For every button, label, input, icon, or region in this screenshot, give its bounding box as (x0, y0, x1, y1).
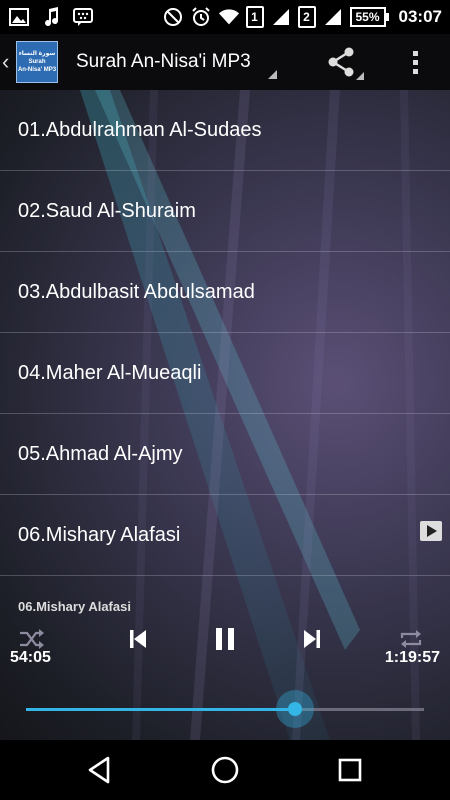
reciter-list: 01.Abdulrahman Al-Sudaes 02.Saud Al-Shur… (0, 90, 450, 576)
list-item[interactable]: 06.Mishary Alafasi (0, 495, 450, 576)
status-clock: 03:07 (398, 7, 442, 26)
sim2-badge: 2 (297, 6, 316, 28)
now-playing-title: 06.Mishary Alafasi (18, 599, 131, 614)
seek-bar-thumb[interactable] (276, 690, 314, 728)
reciter-label: 06.Mishary Alafasi (18, 523, 181, 546)
pause-icon[interactable] (213, 626, 237, 652)
reciter-list-panel: 01.Abdulrahman Al-Sudaes 02.Saud Al-Shur… (0, 90, 450, 740)
signal-icon (322, 6, 344, 28)
share-dropdown-indicator (356, 72, 364, 80)
logo-arabic-text: سورة النساء (18, 50, 56, 57)
bbm-icon (72, 6, 94, 28)
next-icon[interactable] (302, 628, 322, 650)
navigation-bar (0, 740, 450, 800)
alarm-icon (190, 6, 212, 28)
seek-bar[interactable] (26, 708, 424, 711)
music-note-icon (40, 6, 62, 28)
wifi-icon (218, 6, 240, 28)
sim1-badge: 1 (245, 6, 264, 28)
total-duration: 1:19:57 (384, 649, 440, 666)
logo-line1: Surah (28, 58, 46, 65)
seek-bar-progress (26, 708, 295, 711)
home-icon[interactable] (209, 754, 241, 786)
shuffle-icon[interactable] (18, 628, 46, 650)
back-icon[interactable] (84, 754, 116, 786)
image-icon (8, 6, 30, 28)
list-item[interactable]: 04.Maher Al-Mueaqli (0, 333, 450, 414)
app-title[interactable]: Surah An-Nisa'i MP3 (76, 51, 251, 73)
back-chevron-icon[interactable]: ‹ (2, 49, 14, 75)
list-item[interactable]: 05.Ahmad Al-Ajmy (0, 414, 450, 495)
signal-icon (270, 6, 292, 28)
battery-indicator: 55% (349, 7, 389, 27)
list-item[interactable]: 02.Saud Al-Shuraim (0, 171, 450, 252)
previous-icon[interactable] (128, 628, 148, 650)
battery-level: 55% (349, 7, 386, 27)
media-player: 06.Mishary Alafasi 54:05 1:19:57 (0, 590, 450, 740)
do-not-disturb-icon (162, 6, 184, 28)
app-logo[interactable]: سورة النساء Surah An-Nisa' MP3 (16, 41, 58, 83)
title-dropdown-indicator (268, 70, 277, 79)
recents-icon[interactable] (334, 754, 366, 786)
reciter-label: 04.Maher Al-Mueaqli (18, 361, 202, 384)
reciter-label: 03.Abdulbasit Abdulsamad (18, 280, 255, 303)
list-item[interactable]: 01.Abdulrahman Al-Sudaes (0, 90, 450, 171)
overflow-menu-icon[interactable] (405, 46, 425, 78)
elapsed-time: 54:05 (10, 649, 51, 666)
list-item[interactable]: 03.Abdulbasit Abdulsamad (0, 252, 450, 333)
reciter-label: 02.Saud Al-Shuraim (18, 199, 196, 222)
logo-line2: An-Nisa' MP3 (17, 66, 57, 73)
reciter-label: 01.Abdulrahman Al-Sudaes (18, 118, 262, 141)
reciter-label: 05.Ahmad Al-Ajmy (18, 442, 183, 465)
now-playing-indicator-icon (420, 521, 442, 541)
status-bar: 1 2 55% 03:07 (0, 0, 450, 34)
app-bar: ‹ سورة النساء Surah An-Nisa' MP3 Surah A… (0, 34, 450, 90)
